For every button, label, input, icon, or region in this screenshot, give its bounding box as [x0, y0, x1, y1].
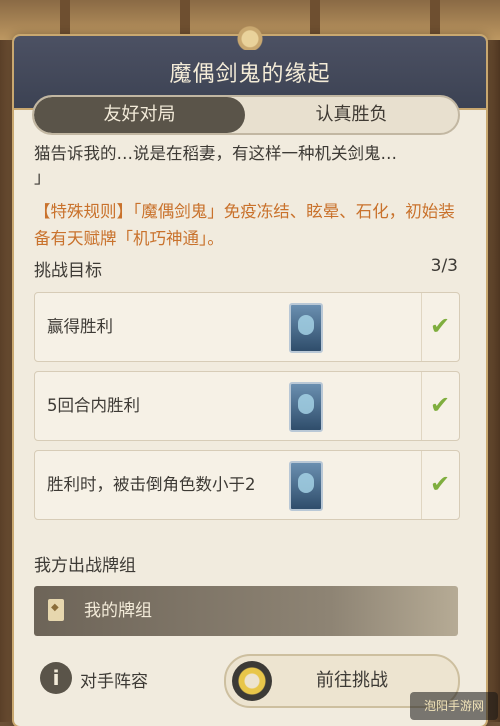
story-description: 猫告诉我的…说是在稻妻，有这样一种机关剑鬼… 」: [34, 142, 460, 190]
checkmark-icon: ✔: [429, 312, 451, 340]
deck-header: 我方出战牌组: [34, 556, 136, 576]
divider: [421, 293, 422, 361]
deck-selector[interactable]: 我的牌组: [34, 586, 458, 636]
tab-friendly-match[interactable]: 友好对局: [34, 97, 245, 133]
goals-title: 挑战目标: [34, 261, 102, 281]
description-line: 猫告诉我的…说是在稻妻，有这样一种机关剑鬼…: [34, 144, 397, 163]
mode-tabs: 友好对局 认真胜负: [32, 95, 460, 135]
divider: [421, 451, 422, 519]
page-title: 魔偶剑鬼的缘起: [169, 62, 331, 87]
goal-item: 5回合内胜利 ✔: [34, 371, 460, 441]
deck-icon: [48, 599, 64, 621]
info-icon[interactable]: i: [40, 662, 72, 694]
special-rule: 【特殊规则】「魔偶剑鬼」免疫冻结、眩晕、石化，初始装备有天赋牌「机巧神通」。: [34, 202, 455, 248]
checkmark-icon: ✔: [429, 391, 451, 419]
checkmark-icon: ✔: [429, 470, 451, 498]
deck-label: 我的牌组: [84, 601, 152, 621]
ornament-icon: [225, 22, 275, 50]
card-icon[interactable]: [289, 303, 323, 353]
divider: [421, 372, 422, 440]
goal-label: 胜利时，被击倒角色数小于2: [47, 475, 256, 494]
card-icon[interactable]: [289, 382, 323, 432]
opponent-lineup-link[interactable]: 对手阵容: [80, 667, 148, 692]
goal-label: 赢得胜利: [47, 317, 113, 336]
watermark: 泡阳手游网: [410, 692, 498, 720]
card-icon[interactable]: [289, 461, 323, 511]
description-line: 」: [34, 168, 51, 187]
goal-label: 5回合内胜利: [47, 396, 140, 415]
goals-count: 3/3: [430, 256, 458, 276]
goal-item: 赢得胜利 ✔: [34, 292, 460, 362]
goal-item: 胜利时，被击倒角色数小于2 ✔: [34, 450, 460, 520]
goals-header: 挑战目标 3/3: [34, 256, 458, 282]
tab-serious-match[interactable]: 认真胜负: [245, 97, 458, 133]
